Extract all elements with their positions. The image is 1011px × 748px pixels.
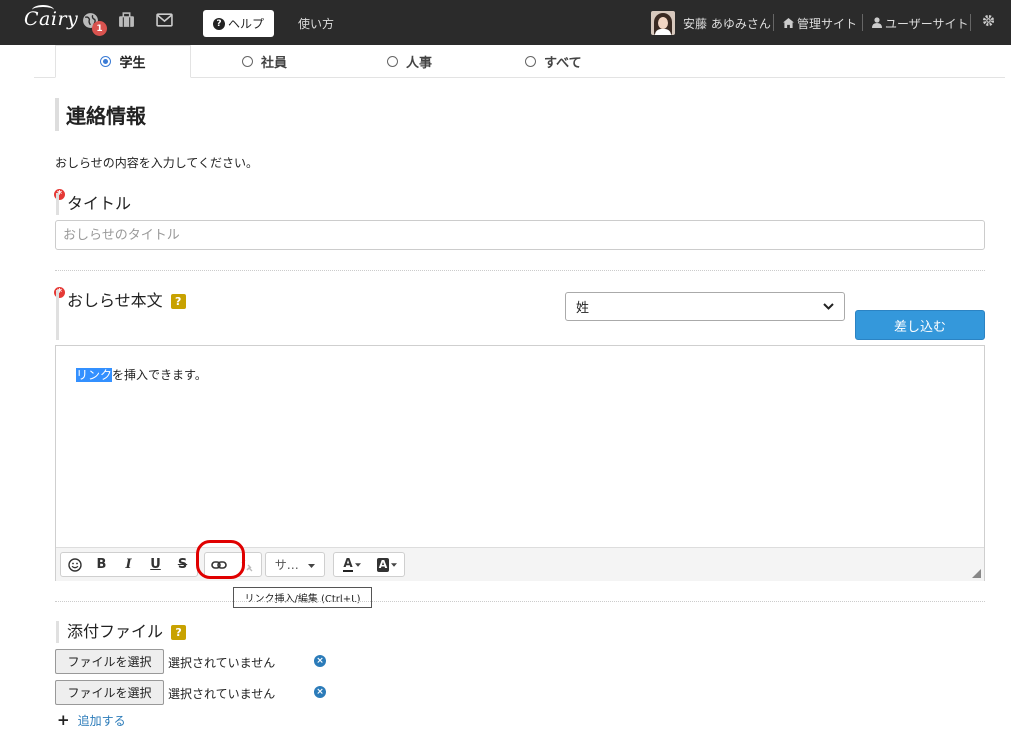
choose-file-button[interactable]: ファイルを選択 — [55, 680, 164, 705]
top-navbar: Cairy 1 ? ヘルプ 使い方 安藤 あゆみさん 管理サイト ユーザーサイト — [0, 0, 1011, 45]
smiley-icon — [67, 557, 82, 572]
tab-employee[interactable]: 社員 — [242, 45, 287, 78]
tab-all[interactable]: すべて — [525, 45, 582, 78]
briefcase-icon[interactable] — [116, 10, 136, 30]
cairy-logo[interactable]: Cairy — [24, 5, 78, 30]
divider — [773, 14, 774, 31]
avatar[interactable] — [651, 11, 675, 35]
format-group: B I U S — [60, 552, 198, 577]
file-status: 選択されていません — [168, 687, 276, 701]
question-icon: ? — [212, 17, 225, 30]
divider — [55, 270, 985, 271]
bg-color-icon: A — [376, 557, 390, 572]
bg-color-button[interactable]: A — [370, 553, 404, 576]
user-site-link[interactable]: ユーザーサイト — [872, 15, 969, 32]
tab-hr[interactable]: 人事 — [387, 45, 432, 78]
user-site-label: ユーザーサイト — [885, 17, 969, 31]
logo-arc-icon — [32, 5, 54, 15]
user-name[interactable]: 安藤 あゆみさん — [683, 15, 771, 32]
plus-icon: + — [57, 711, 70, 729]
add-attachment-link[interactable]: + 追加する — [57, 711, 126, 729]
radio-checked-icon — [100, 56, 112, 67]
merge-field-value: 姓 — [576, 301, 590, 316]
bold-button[interactable]: B — [88, 553, 115, 576]
file-status: 選択されていません — [168, 656, 276, 670]
color-group: A A — [333, 552, 405, 577]
help-icon[interactable]: ? — [170, 294, 186, 309]
title-label: タイトル — [56, 193, 131, 215]
audience-tabs: 学生 社員 人事 すべて — [34, 45, 1005, 78]
font-size-dropdown[interactable]: サ… — [265, 552, 325, 577]
italic-button[interactable]: I — [115, 553, 142, 576]
home-icon — [783, 17, 794, 31]
add-label: 追加する — [77, 713, 126, 728]
admin-site-label: 管理サイト — [797, 17, 858, 31]
merge-field-select[interactable]: 姓 — [565, 292, 845, 321]
admin-site-link[interactable]: 管理サイト — [783, 15, 857, 32]
radio-icon — [525, 56, 536, 67]
radio-icon — [242, 56, 253, 67]
radio-icon — [387, 56, 398, 67]
notification-badge[interactable]: 1 — [92, 21, 107, 36]
rich-text-editor[interactable]: リンクを挿入できます。 B I U S サ… A A — [55, 345, 985, 581]
font-color-button[interactable]: A — [334, 553, 370, 576]
resize-handle[interactable] — [972, 569, 981, 578]
title-input[interactable] — [55, 220, 985, 250]
underline-button[interactable]: U — [142, 553, 169, 576]
intro-text: おしらせの内容を入力してください。 — [55, 156, 259, 170]
howto-link[interactable]: 使い方 — [298, 15, 334, 32]
remove-icon[interactable]: × — [314, 655, 326, 667]
divider — [862, 14, 863, 31]
divider — [970, 14, 971, 31]
divider — [55, 601, 985, 602]
section-title: 連絡情報 — [55, 98, 146, 131]
help-icon[interactable]: ? — [171, 625, 187, 640]
choose-file-button[interactable]: ファイルを選択 — [55, 649, 164, 674]
chevron-down-icon — [823, 299, 834, 314]
emoji-button[interactable] — [61, 553, 88, 576]
editor-text: を挿入できます。 — [112, 368, 207, 382]
mail-icon[interactable] — [154, 10, 174, 30]
user-icon — [872, 16, 882, 31]
selected-text: リンク — [76, 368, 113, 382]
body-label: おしらせ本文 — [67, 291, 163, 310]
insert-button[interactable]: 差し込む — [855, 310, 985, 340]
body-label-group: おしらせ本文? — [56, 290, 186, 340]
gear-icon[interactable] — [978, 10, 998, 30]
link-tooltip: リンク挿入/編集 (Ctrl+L) — [233, 587, 372, 608]
font-color-icon: A — [343, 556, 353, 572]
remove-icon[interactable]: × — [314, 686, 326, 698]
tab-student[interactable]: 学生 — [55, 45, 191, 78]
help-button[interactable]: ? ヘルプ — [203, 10, 274, 37]
editor-content[interactable]: リンクを挿入できます。 — [76, 366, 207, 383]
help-label: ヘルプ — [227, 17, 264, 31]
attachments-label: 添付ファイル — [67, 622, 164, 641]
strikethrough-button[interactable]: S — [169, 553, 196, 576]
attachments-label-group: 添付ファイル? — [56, 621, 187, 643]
font-size-label: サ… — [274, 558, 299, 572]
highlight-circle — [196, 540, 245, 579]
caret-down-icon — [308, 557, 316, 572]
